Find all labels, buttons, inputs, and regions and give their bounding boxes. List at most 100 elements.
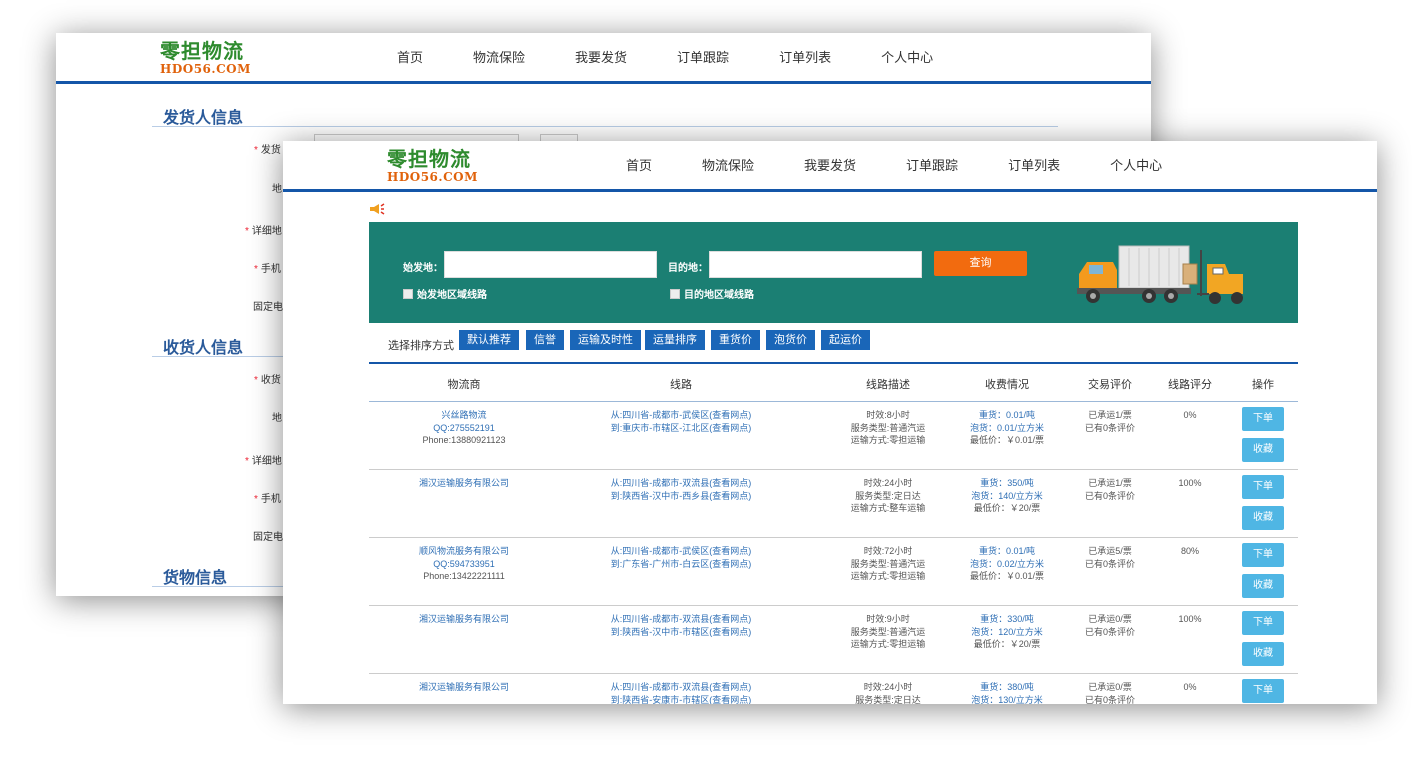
logo-subtitle: HDO56.COM [387, 170, 478, 184]
nav-orders[interactable]: 订单列表 [1008, 141, 1060, 189]
carrier-qq[interactable]: QQ:275552191 [423, 422, 506, 435]
sort-heavy-price-button[interactable]: 重货价 [711, 330, 760, 350]
order-button[interactable]: 下单 [1242, 611, 1284, 635]
route-mode: 运输方式:零担运输 [850, 639, 926, 649]
route-service: 服务类型:普通汽运 [850, 422, 926, 433]
carrier-qq[interactable]: QQ:594733951 [419, 558, 509, 571]
top-navbar: 零担物流 HDO56.COM 首页 物流保险 我要发货 订单跟踪 订单列表 个人… [283, 141, 1377, 192]
carrier-phone: Phone:13880921123 [422, 435, 506, 445]
shipped-count: 已承运0/票 [1088, 614, 1132, 624]
order-button[interactable]: 下单 [1242, 475, 1284, 499]
trade-rating-cell: 已承运1/票 已有0条评价 [1085, 477, 1135, 502]
nav-ship[interactable]: 我要发货 [804, 141, 856, 189]
heavy-price: 重货：0.01/吨 [978, 410, 1036, 420]
site-logo[interactable]: 零担物流 HDO56.COM [387, 148, 497, 186]
nav-insurance[interactable]: 物流保险 [473, 33, 525, 81]
nav-tracking[interactable]: 订单跟踪 [906, 141, 958, 189]
review-count: 已有0条评价 [1084, 694, 1136, 705]
heavy-price: 重货：330/吨 [980, 614, 1034, 624]
announcement-icon [370, 203, 385, 215]
sort-bulk-price-button[interactable]: 泡货价 [766, 330, 815, 350]
shipped-count: 已承运0/票 [1088, 682, 1132, 692]
nav-ship[interactable]: 我要发货 [575, 33, 627, 81]
route-service: 服务类型:普通汽运 [850, 558, 926, 569]
sort-default-button[interactable]: 默认推荐 [459, 330, 519, 350]
sort-timeliness-button[interactable]: 运输及时性 [570, 330, 641, 350]
nav-insurance[interactable]: 物流保险 [702, 141, 754, 189]
origin-input[interactable] [444, 251, 657, 278]
carrier-cell: 兴丝路物流 QQ:275552191 Phone:13880921123 [423, 409, 506, 447]
route-to[interactable]: 到:陕西省-汉中市-市辖区(查看网点) [611, 626, 752, 639]
logo-title: 零担物流 [160, 39, 244, 63]
sender-name-label: * 发货 [254, 145, 281, 156]
carrier-link[interactable]: 湘汉运输服务有限公司 [419, 681, 509, 694]
favorite-button[interactable]: 收藏 [1242, 574, 1284, 598]
nav-profile[interactable]: 个人中心 [1110, 141, 1162, 189]
carrier-link[interactable]: 顺风物流服务有限公司 [419, 545, 509, 558]
route-from[interactable]: 从:四川省-成都市-双流县(查看网点) [611, 681, 752, 694]
carrier-cell: 顺风物流服务有限公司 QQ:594733951 Phone:1342222111… [419, 545, 509, 583]
route-to[interactable]: 到:陕西省-安康市-市辖区(查看网点) [611, 694, 752, 705]
route-results-table: 物流商 线路 线路描述 收费情况 交易评价 线路评分 操作 兴丝路物流 QQ:2… [369, 362, 1298, 704]
main-menu: 首页 物流保险 我要发货 订单跟踪 订单列表 个人中心 [397, 33, 983, 81]
receiver-mobile-label: * 手机 [254, 494, 281, 505]
favorite-button[interactable]: 收藏 [1242, 438, 1284, 462]
checkbox-icon[interactable] [670, 288, 680, 299]
route-cell: 从:四川省-成都市-武侯区(查看网点) 到:重庆市-市辖区-江北区(查看网点) [611, 409, 752, 434]
route-desc-cell: 时效:8小时 服务类型:普通汽运 运输方式:零担运输 [851, 409, 926, 447]
route-to[interactable]: 到:重庆市-市辖区-江北区(查看网点) [611, 422, 752, 435]
route-from[interactable]: 从:四川省-成都市-双流县(查看网点) [611, 613, 752, 626]
route-mode: 运输方式:整车运输 [850, 503, 926, 513]
route-desc-cell: 时效:9小时 服务类型:普通汽运 运输方式:零担运输 [851, 613, 926, 651]
nav-home[interactable]: 首页 [626, 141, 652, 189]
heavy-price: 重货：350/吨 [980, 478, 1034, 488]
route-to[interactable]: 到:广东省-广州市-白云区(查看网点) [611, 558, 752, 571]
carrier-link[interactable]: 兴丝路物流 [423, 409, 506, 422]
destination-input[interactable] [709, 251, 922, 278]
bulk-price: 泡货：0.01/立方米 [969, 422, 1045, 433]
order-button[interactable]: 下单 [1242, 679, 1284, 703]
trade-rating-cell: 已承运0/票 已有0条评价 [1085, 613, 1135, 638]
favorite-button[interactable]: 收藏 [1242, 642, 1284, 666]
favorite-button[interactable]: 收藏 [1242, 506, 1284, 530]
order-button[interactable]: 下单 [1242, 543, 1284, 567]
bulk-price: 泡货：120/立方米 [971, 626, 1043, 637]
main-menu: 首页 物流保险 我要发货 订单跟踪 订单列表 个人中心 [626, 141, 1212, 189]
carrier-cell: 湘汉运输服务有限公司 [419, 477, 509, 490]
route-score: 0% [1183, 682, 1197, 692]
origin-region-checkbox[interactable]: 始发地区域线路 [403, 286, 487, 301]
checkbox-icon[interactable] [403, 288, 413, 299]
carrier-link[interactable]: 湘汉运输服务有限公司 [419, 613, 509, 626]
sort-volume-button[interactable]: 运量排序 [645, 330, 705, 350]
order-button[interactable]: 下单 [1242, 407, 1284, 431]
route-from[interactable]: 从:四川省-成都市-双流县(查看网点) [611, 477, 752, 490]
query-button[interactable]: 查询 [934, 251, 1027, 276]
route-from[interactable]: 从:四川省-成都市-武侯区(查看网点) [611, 409, 752, 422]
origin-label: 始发地： [403, 263, 443, 274]
charges-cell: 重货：350/吨 泡货：140/立方米 最低价：￥20/票 [971, 477, 1043, 515]
review-count: 已有0条评价 [1084, 626, 1136, 637]
sort-min-price-button[interactable]: 起运价 [821, 330, 870, 350]
destination-region-checkbox[interactable]: 目的地区域线路 [670, 286, 754, 301]
cargo-section-title: 货物信息 [163, 570, 228, 587]
route-to[interactable]: 到:陕西省-汉中市-西乡县(查看网点) [611, 490, 752, 503]
heavy-price: 重货：380/吨 [980, 682, 1034, 692]
route-from[interactable]: 从:四川省-成都市-武侯区(查看网点) [611, 545, 752, 558]
truck-forklift-illustration-icon [1077, 245, 1243, 304]
col-route-desc: 线路描述 [866, 379, 910, 391]
nav-home[interactable]: 首页 [397, 33, 423, 81]
col-route: 线路 [670, 379, 692, 391]
foreground-window-route-search: 零担物流 HDO56.COM 首页 物流保险 我要发货 订单跟踪 订单列表 个人… [283, 141, 1377, 704]
route-service: 服务类型:定日达 [855, 694, 921, 705]
site-logo[interactable]: 零担物流 HDO56.COM [160, 40, 270, 78]
nav-profile[interactable]: 个人中心 [881, 33, 933, 81]
carrier-link[interactable]: 湘汉运输服务有限公司 [419, 477, 509, 490]
nav-tracking[interactable]: 订单跟踪 [677, 33, 729, 81]
bulk-price: 泡货：140/立方米 [971, 490, 1043, 501]
sort-label: 选择排序方式 [388, 340, 454, 352]
bulk-price: 泡货：0.02/立方米 [969, 558, 1045, 569]
trade-rating-cell: 已承运0/票 已有0条评价 [1085, 681, 1135, 704]
nav-orders[interactable]: 订单列表 [779, 33, 831, 81]
sort-credit-button[interactable]: 信誉 [526, 330, 564, 350]
sender-area-label: 地 [272, 184, 282, 195]
